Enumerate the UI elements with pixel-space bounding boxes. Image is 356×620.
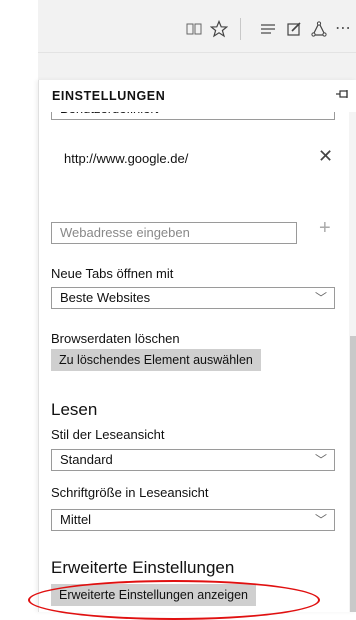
web-note-icon[interactable]: [284, 18, 304, 40]
webaddress-input[interactable]: Webadresse eingeben: [51, 222, 297, 244]
remove-url-icon[interactable]: ✕: [318, 146, 333, 167]
scrollbar-thumb[interactable]: [350, 336, 356, 612]
font-size-label: Schriftgröße in Leseansicht: [51, 485, 209, 500]
share-icon[interactable]: [308, 18, 330, 40]
reading-style-label: Stil der Leseansicht: [51, 427, 165, 442]
reading-section-title: Lesen: [51, 400, 98, 419]
font-size-value: Mittel: [60, 512, 92, 527]
startpage-url: http://www.google.de/: [64, 151, 189, 166]
page-content-edge: [0, 0, 38, 612]
show-advanced-button[interactable]: Erweiterte Einstellungen anzeigen: [51, 584, 257, 606]
chevron-down-icon: ﹀: [314, 513, 327, 527]
reading-style-select[interactable]: Standard ﹀: [51, 449, 335, 471]
new-tabs-select-value: Beste Websites: [60, 290, 151, 305]
settings-header: EINSTELLUNGEN: [39, 80, 356, 112]
clear-data-label: Browserdaten löschen: [51, 331, 180, 346]
tab-area-band: [0, 52, 356, 81]
hub-icon[interactable]: [258, 18, 278, 40]
reading-view-icon[interactable]: [184, 18, 204, 40]
chevron-down-icon: ﹀: [314, 291, 327, 305]
pin-icon[interactable]: [335, 87, 349, 102]
font-size-select[interactable]: Mittel ﹀: [51, 509, 335, 531]
chevron-down-icon: ﹀: [314, 453, 327, 467]
reading-style-value: Standard: [60, 452, 113, 467]
toolbar-divider: [240, 18, 241, 40]
browser-toolbar: ⋯: [0, 0, 356, 52]
choose-clear-button[interactable]: Zu löschendes Element auswählen: [51, 349, 261, 371]
advanced-section-title: Erweiterte Einstellungen: [51, 558, 235, 577]
settings-panel: EINSTELLUNGEN Benutzerdefiniert ﹀ http:/…: [38, 80, 356, 612]
add-url-icon[interactable]: +: [319, 217, 331, 240]
new-tabs-label: Neue Tabs öffnen mit: [51, 266, 174, 281]
more-icon[interactable]: ⋯: [334, 18, 352, 40]
favorites-star-icon[interactable]: [208, 18, 230, 40]
settings-title: EINSTELLUNGEN: [52, 89, 166, 103]
new-tabs-select[interactable]: Beste Websites ﹀: [51, 287, 335, 309]
